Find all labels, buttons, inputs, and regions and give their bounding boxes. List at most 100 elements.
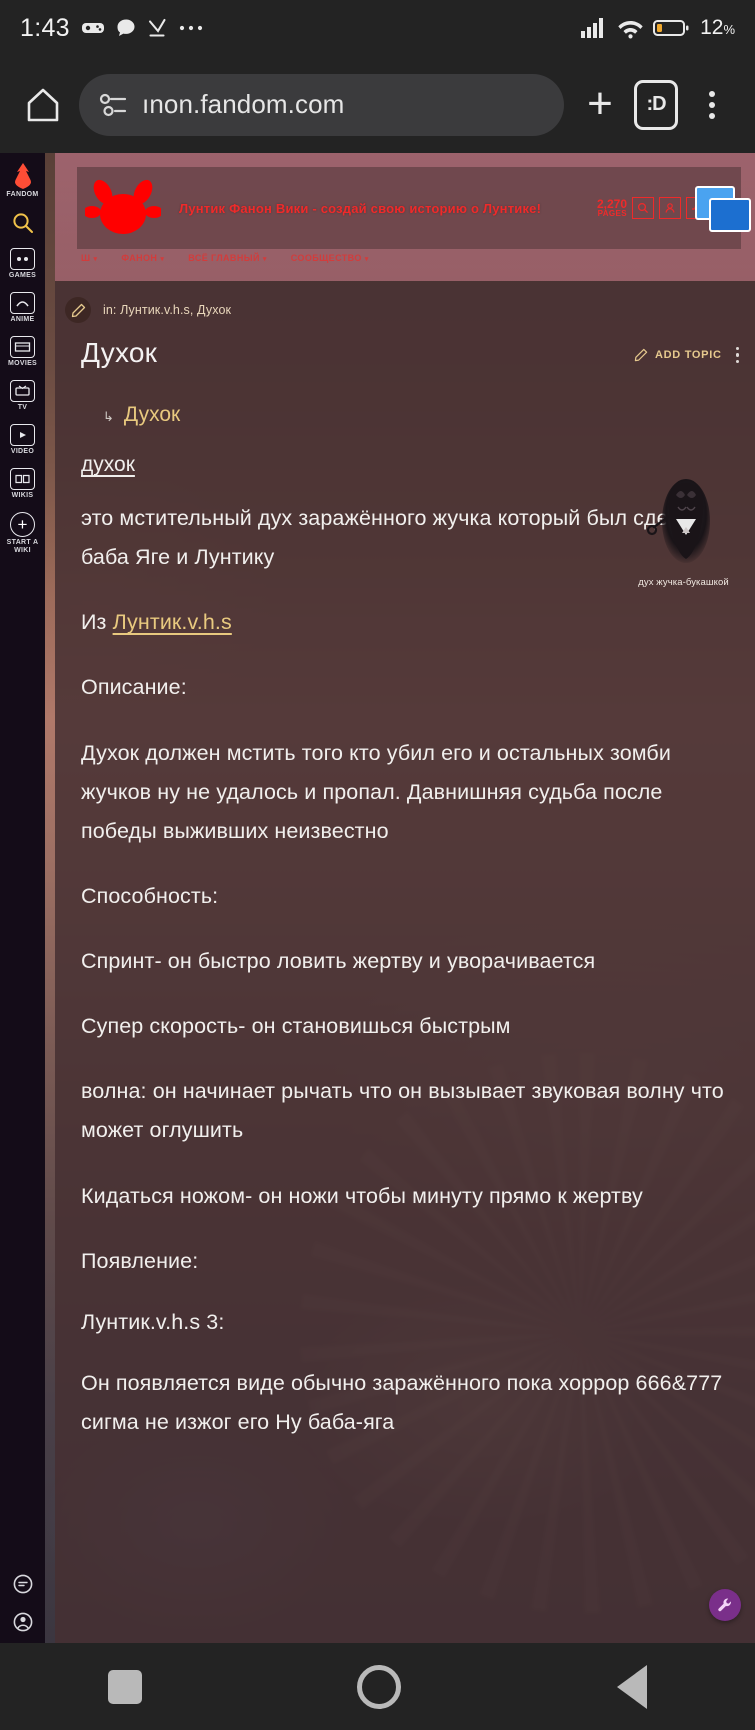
wrench-fab-button[interactable] — [709, 1589, 741, 1621]
breadcrumb: in: Лунтик.v.h.s, Духок — [55, 281, 755, 323]
wiki-nav-item-3[interactable]: СООБЩЕСТВО ▾ — [291, 253, 369, 263]
breadcrumb-prefix: in: — [103, 303, 117, 317]
games-icon — [10, 248, 35, 270]
paragraph-ability-superspeed: Супер скорость- он становишься быстрым — [81, 1014, 511, 1039]
rail-item-games[interactable]: GAMES — [0, 248, 45, 279]
chevron-down-icon: ▾ — [364, 256, 369, 263]
dark-spirit-figure-icon[interactable] — [646, 469, 722, 567]
rail-label-tv: TV — [17, 404, 28, 411]
wiki-nav-label-1: ФАНОН — [121, 253, 158, 263]
source-prefix: Из — [81, 610, 107, 635]
rail-item-fandom[interactable]: FANDOM — [0, 163, 45, 198]
new-tab-button[interactable]: + — [574, 79, 626, 131]
window-chip-front-icon — [709, 198, 751, 232]
wifi-icon — [617, 17, 644, 39]
tab-count-icon: :D — [634, 79, 678, 130]
search-icon — [637, 202, 649, 214]
source-wiki-link[interactable]: Лунтик.v.h.s — [113, 610, 232, 634]
battery-percent-value: 12 — [700, 16, 724, 39]
figure-caption: дух жучка-букашкой — [638, 577, 729, 588]
notifications-icon[interactable] — [12, 1573, 34, 1595]
wiki-pages-label: PAGES — [597, 209, 627, 218]
cellular-signal-icon — [580, 17, 608, 39]
edit-pencil-icon — [634, 348, 648, 362]
wiki-user-button[interactable] — [659, 197, 681, 219]
paragraph-source: Из Лунтик.v.h.s — [81, 603, 729, 642]
kebab-menu-icon — [709, 90, 715, 119]
rail-item-wikis[interactable]: WIKIS — [0, 468, 45, 499]
paragraph-ability-knife: Кидаться ножом- он ножи чтобы минуту пря… — [81, 1183, 643, 1208]
rail-label-start-a-wiki: START A WIKI — [6, 539, 39, 555]
battery-percent: 12% — [700, 16, 735, 40]
article-figure: дух жучка-букашкой — [626, 469, 741, 588]
wiki-search-button[interactable] — [632, 197, 654, 219]
paragraph-appearance-detail: Он появляется виде обычно заражённого по… — [81, 1370, 723, 1434]
luntik-logo-icon[interactable] — [85, 178, 161, 238]
url-text[interactable]: ınon.fandom.com — [142, 89, 344, 120]
article-more-button[interactable] — [735, 346, 739, 363]
triangle-back-icon[interactable] — [617, 1664, 648, 1709]
more-dots-icon — [178, 24, 204, 32]
breadcrumb-categories[interactable]: Лунтик.v.h.s, Духок — [120, 303, 231, 317]
battery-percent-unit: % — [723, 22, 735, 37]
home-icon — [26, 87, 60, 123]
title-actions: ADD TOPIC — [634, 346, 739, 369]
rail-label-anime: ANIME — [10, 316, 35, 323]
home-button[interactable] — [17, 79, 69, 131]
breadcrumb-text[interactable]: in: Лунтик.v.h.s, Духок — [103, 303, 231, 317]
user-icon — [664, 202, 676, 214]
rail-item-search[interactable] — [0, 211, 45, 235]
subpage-link[interactable]: ↳ Духок — [81, 403, 729, 427]
battery-low-icon — [653, 18, 689, 38]
web-page-viewport: FANDOM GAMES ANIME MOVIES TV VIDEO WIKIS… — [0, 153, 755, 1643]
add-topic-label: ADD TOPIC — [655, 348, 722, 361]
page-content: Лунтик Фанон Вики - создай свою историю … — [45, 153, 755, 1643]
wiki-nav-item-0[interactable]: Ш ▾ — [81, 253, 97, 263]
chevron-down-icon: ▾ — [160, 256, 165, 263]
anime-icon — [10, 292, 35, 314]
rail-item-movies[interactable]: MOVIES — [0, 336, 45, 367]
rail-label-movies: MOVIES — [7, 360, 38, 367]
wiki-nav-item-2[interactable]: ВСЁ ГЛАВНЫЙ ▾ — [188, 253, 266, 263]
title-row: Духок ADD TOPIC — [55, 323, 755, 369]
rail-item-video[interactable]: VIDEO — [0, 424, 45, 455]
status-bar-right: 12% — [580, 16, 735, 40]
tab-switcher-button[interactable]: :D — [630, 79, 682, 131]
plus-icon: + — [587, 79, 613, 129]
square-recents-icon[interactable] — [107, 1669, 142, 1704]
wiki-header: Лунтик Фанон Вики - создай свою историю … — [77, 167, 741, 249]
download-check-icon — [147, 18, 167, 38]
status-bar: 1:43 12% — [0, 0, 755, 56]
wiki-nav-label-0: Ш — [81, 253, 91, 263]
paragraph-ability-wave: волна: он начинает рычать что он вызывае… — [81, 1079, 724, 1143]
rail-item-anime[interactable]: ANIME — [0, 292, 45, 323]
rail-bottom-group — [0, 1573, 45, 1633]
heading-description: Описание: — [81, 675, 187, 700]
wikis-icon — [10, 468, 35, 490]
status-clock: 1:43 — [20, 13, 70, 42]
wiki-title: Лунтик Фанон Вики - создай свою историю … — [179, 200, 542, 216]
phone-screen: 1:43 12% ınon.fandom.com +:D FANDOM GAM… — [0, 0, 755, 1730]
article-body: дух жучка-букашкой ↳ Духок духок это мст… — [55, 369, 755, 1442]
window-switcher-overlay[interactable] — [695, 186, 753, 234]
browser-menu-button[interactable] — [686, 79, 738, 131]
game-controller-icon — [81, 18, 105, 38]
tv-icon — [10, 380, 35, 402]
rail-item-start-a-wiki[interactable]: + START A WIKI — [0, 512, 45, 555]
lead-term: духок — [81, 453, 135, 476]
movies-icon — [10, 336, 35, 358]
wiki-nav-item-1[interactable]: ФАНОН ▾ — [121, 253, 164, 263]
content-bottom-fade — [55, 1635, 755, 1643]
page-info-icon[interactable] — [99, 92, 129, 118]
add-topic-button[interactable]: ADD TOPIC — [634, 348, 722, 362]
arrow-return-icon: ↳ — [103, 409, 114, 424]
wiki-nav-label-2: ВСЁ ГЛАВНЫЙ — [188, 253, 260, 263]
rail-item-tv[interactable]: TV — [0, 380, 45, 411]
edit-pencil-icon[interactable] — [65, 297, 91, 323]
url-bar[interactable]: ınon.fandom.com — [79, 73, 564, 136]
subpage-link-label: Духок — [123, 403, 181, 426]
rail-label-fandom: FANDOM — [6, 191, 39, 198]
circle-home-icon[interactable] — [357, 1664, 402, 1709]
account-icon[interactable] — [12, 1611, 34, 1633]
heading-appearance: Появление: — [81, 1248, 199, 1273]
